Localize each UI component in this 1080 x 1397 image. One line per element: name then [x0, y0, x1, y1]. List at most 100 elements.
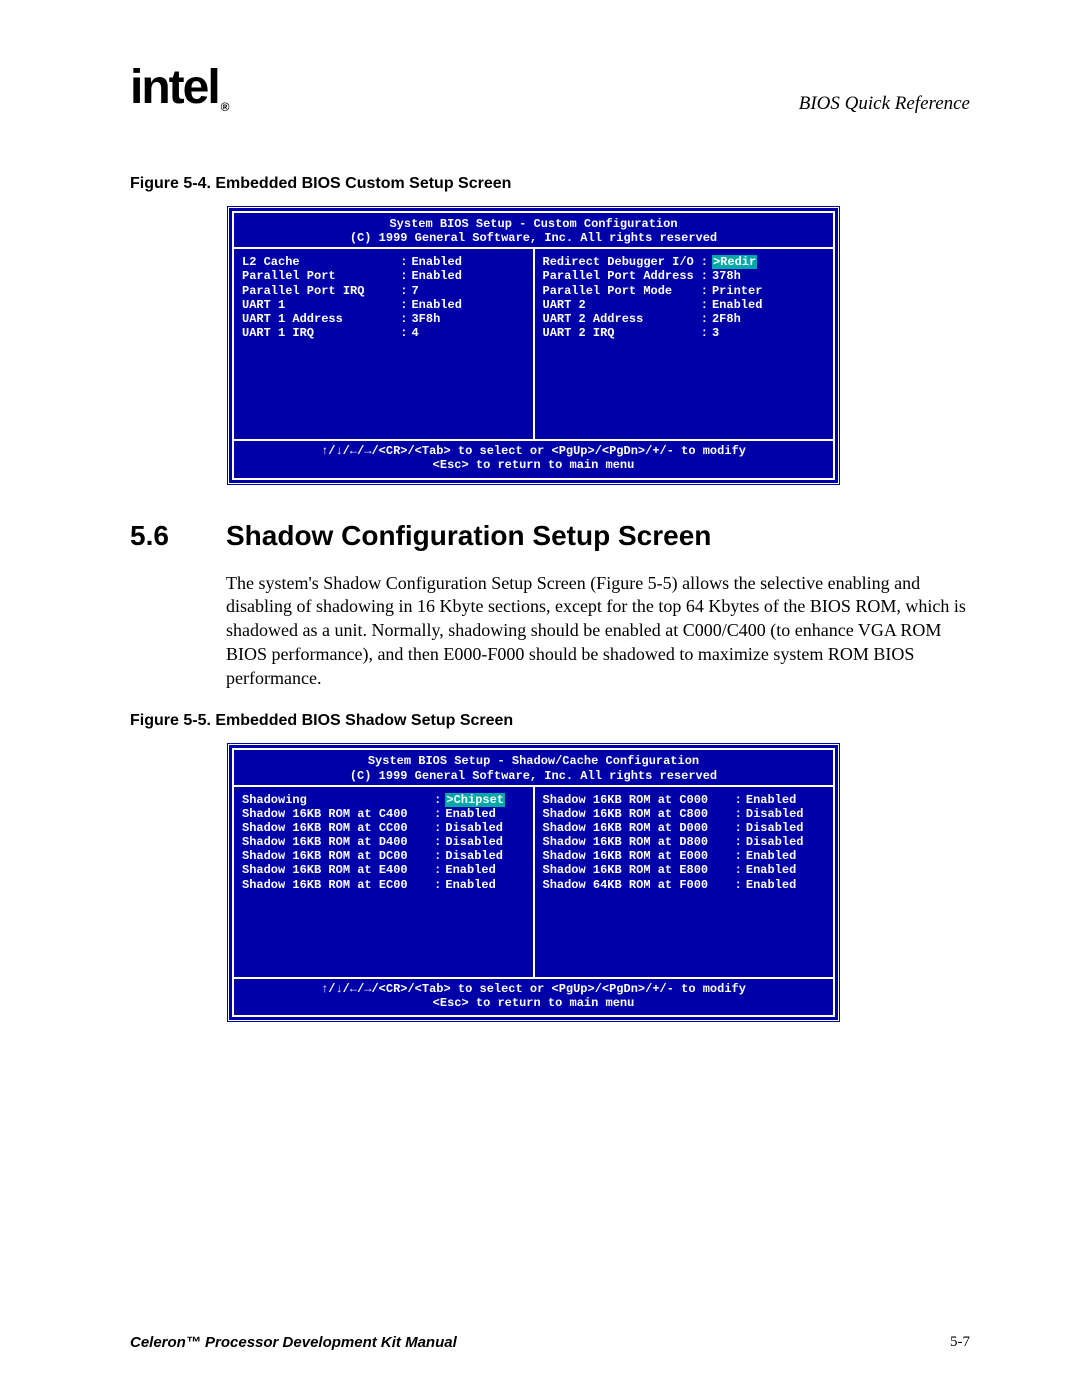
- setting-label: Parallel Port Address: [543, 269, 701, 283]
- setting-value[interactable]: Disabled: [746, 807, 825, 821]
- bios-setting-row[interactable]: UART 2 Address:2F8h: [543, 312, 826, 326]
- section-title: Shadow Configuration Setup Screen: [226, 520, 711, 552]
- setting-value[interactable]: >Chipset: [445, 793, 524, 807]
- setting-value[interactable]: Enabled: [712, 298, 825, 312]
- setting-label: Parallel Port IRQ: [242, 284, 400, 298]
- bios-help-line1: ↑/↓/←/→/<CR>/<Tab> to select or <PgUp>/<…: [236, 982, 831, 996]
- setting-value[interactable]: Disabled: [445, 835, 524, 849]
- setting-value[interactable]: Enabled: [746, 878, 825, 892]
- bios-setting-row[interactable]: Shadow 16KB ROM at C400:Enabled: [242, 807, 525, 821]
- bios-setting-row[interactable]: Shadow 16KB ROM at E400:Enabled: [242, 863, 525, 877]
- bios-setting-row[interactable]: Shadow 16KB ROM at C800:Disabled: [543, 807, 826, 821]
- bios-setting-row[interactable]: UART 2 IRQ:3: [543, 326, 826, 340]
- setting-label: Shadow 16KB ROM at DC00: [242, 849, 434, 863]
- bios-help-line1: ↑/↓/←/→/<CR>/<Tab> to select or <PgUp>/<…: [236, 444, 831, 458]
- separator: :: [400, 312, 411, 326]
- footer-page-number: 5-7: [950, 1334, 970, 1351]
- setting-label: L2 Cache: [242, 255, 400, 269]
- setting-value[interactable]: Enabled: [411, 269, 524, 283]
- separator: :: [434, 849, 445, 863]
- bios-left-column: Shadowing:>ChipsetShadow 16KB ROM at C40…: [234, 787, 535, 977]
- setting-label: Shadow 16KB ROM at C800: [543, 807, 735, 821]
- bios-setting-row[interactable]: Shadow 16KB ROM at E800:Enabled: [543, 863, 826, 877]
- bios-setting-row[interactable]: Shadow 16KB ROM at EC00:Enabled: [242, 878, 525, 892]
- setting-value[interactable]: Enabled: [445, 863, 524, 877]
- bios-title-line2: (C) 1999 General Software, Inc. All righ…: [236, 769, 831, 783]
- setting-value[interactable]: Disabled: [445, 821, 524, 835]
- setting-label: Shadow 16KB ROM at E800: [543, 863, 735, 877]
- setting-value[interactable]: Enabled: [411, 298, 524, 312]
- separator: :: [400, 284, 411, 298]
- separator: :: [735, 807, 746, 821]
- separator: :: [400, 298, 411, 312]
- setting-value[interactable]: 2F8h: [712, 312, 825, 326]
- bios-setting-row[interactable]: Shadow 16KB ROM at CC00:Disabled: [242, 821, 525, 835]
- bios-help-line2: <Esc> to return to main menu: [236, 996, 831, 1010]
- bios-setting-row[interactable]: Shadow 16KB ROM at C000:Enabled: [543, 793, 826, 807]
- setting-value[interactable]: Enabled: [746, 793, 825, 807]
- header-section-title: BIOS Quick Reference: [799, 93, 970, 115]
- bios-title-line1: System BIOS Setup - Custom Configuration: [236, 217, 831, 231]
- separator: :: [735, 863, 746, 877]
- setting-value[interactable]: Enabled: [445, 807, 524, 821]
- setting-value[interactable]: Enabled: [445, 878, 524, 892]
- bios-setting-row[interactable]: Parallel Port Address:378h: [543, 269, 826, 283]
- setting-label: Shadow 64KB ROM at F000: [543, 878, 735, 892]
- section-heading: 5.6 Shadow Configuration Setup Screen: [130, 520, 970, 552]
- bios-left-column: L2 Cache:EnabledParallel Port:EnabledPar…: [234, 249, 535, 439]
- setting-value[interactable]: 378h: [712, 269, 825, 283]
- setting-label: Redirect Debugger I/O: [543, 255, 701, 269]
- bios-setting-row[interactable]: Shadow 16KB ROM at D000:Disabled: [543, 821, 826, 835]
- figure-4-caption: Figure 5-4. Embedded BIOS Custom Setup S…: [130, 175, 970, 193]
- bios-setting-row[interactable]: Shadow 16KB ROM at D800:Disabled: [543, 835, 826, 849]
- figure-5-caption: Figure 5-5. Embedded BIOS Shadow Setup S…: [130, 712, 970, 730]
- setting-value[interactable]: 3F8h: [411, 312, 524, 326]
- setting-value[interactable]: 3: [712, 326, 825, 340]
- bios-setting-row[interactable]: Redirect Debugger I/O:>Redir: [543, 255, 826, 269]
- bios-setting-row[interactable]: UART 2:Enabled: [543, 298, 826, 312]
- bios-setting-row[interactable]: Parallel Port IRQ:7: [242, 284, 525, 298]
- setting-value[interactable]: 4: [411, 326, 524, 340]
- setting-value[interactable]: Printer: [712, 284, 825, 298]
- footer-manual-title: Celeron™ Processor Development Kit Manua…: [130, 1334, 457, 1351]
- bios-right-column: Shadow 16KB ROM at C000:EnabledShadow 16…: [535, 787, 834, 977]
- setting-value[interactable]: Disabled: [746, 821, 825, 835]
- setting-value[interactable]: Disabled: [746, 835, 825, 849]
- separator: :: [434, 835, 445, 849]
- bios-setting-row[interactable]: UART 1 IRQ:4: [242, 326, 525, 340]
- bios-setting-row[interactable]: Parallel Port Mode:Printer: [543, 284, 826, 298]
- setting-value[interactable]: Enabled: [746, 863, 825, 877]
- bios-setting-row[interactable]: Shadow 16KB ROM at E000:Enabled: [543, 849, 826, 863]
- section-body-text: The system's Shadow Configuration Setup …: [226, 572, 970, 691]
- bios-setting-row[interactable]: Parallel Port:Enabled: [242, 269, 525, 283]
- setting-label: Parallel Port Mode: [543, 284, 701, 298]
- bios-setting-row[interactable]: Shadow 16KB ROM at DC00:Disabled: [242, 849, 525, 863]
- setting-label: Shadow 16KB ROM at C400: [242, 807, 434, 821]
- bios-help-bar: ↑/↓/←/→/<CR>/<Tab> to select or <PgUp>/<…: [232, 439, 835, 479]
- bios-custom-setup-screen: System BIOS Setup - Custom Configuration…: [226, 205, 841, 486]
- bios-setting-row[interactable]: Shadow 64KB ROM at F000:Enabled: [543, 878, 826, 892]
- setting-label: UART 1: [242, 298, 400, 312]
- bios-help-bar: ↑/↓/←/→/<CR>/<Tab> to select or <PgUp>/<…: [232, 977, 835, 1017]
- setting-label: UART 1 Address: [242, 312, 400, 326]
- separator: :: [434, 793, 445, 807]
- setting-value[interactable]: 7: [411, 284, 524, 298]
- setting-value[interactable]: Enabled: [411, 255, 524, 269]
- setting-value[interactable]: Enabled: [746, 849, 825, 863]
- setting-label: Shadow 16KB ROM at D000: [543, 821, 735, 835]
- bios-setting-row[interactable]: UART 1:Enabled: [242, 298, 525, 312]
- registered-mark: ®: [221, 100, 228, 114]
- bios-setting-row[interactable]: Shadowing:>Chipset: [242, 793, 525, 807]
- separator: :: [434, 863, 445, 877]
- bios-setting-row[interactable]: UART 1 Address:3F8h: [242, 312, 525, 326]
- separator: :: [735, 849, 746, 863]
- setting-label: Shadow 16KB ROM at D400: [242, 835, 434, 849]
- bios-setting-row[interactable]: L2 Cache:Enabled: [242, 255, 525, 269]
- bios-title: System BIOS Setup - Shadow/Cache Configu…: [232, 748, 835, 786]
- setting-label: Shadow 16KB ROM at C000: [543, 793, 735, 807]
- setting-value[interactable]: >Redir: [712, 255, 825, 269]
- separator: :: [701, 269, 712, 283]
- setting-label: Shadow 16KB ROM at CC00: [242, 821, 434, 835]
- bios-setting-row[interactable]: Shadow 16KB ROM at D400:Disabled: [242, 835, 525, 849]
- setting-value[interactable]: Disabled: [445, 849, 524, 863]
